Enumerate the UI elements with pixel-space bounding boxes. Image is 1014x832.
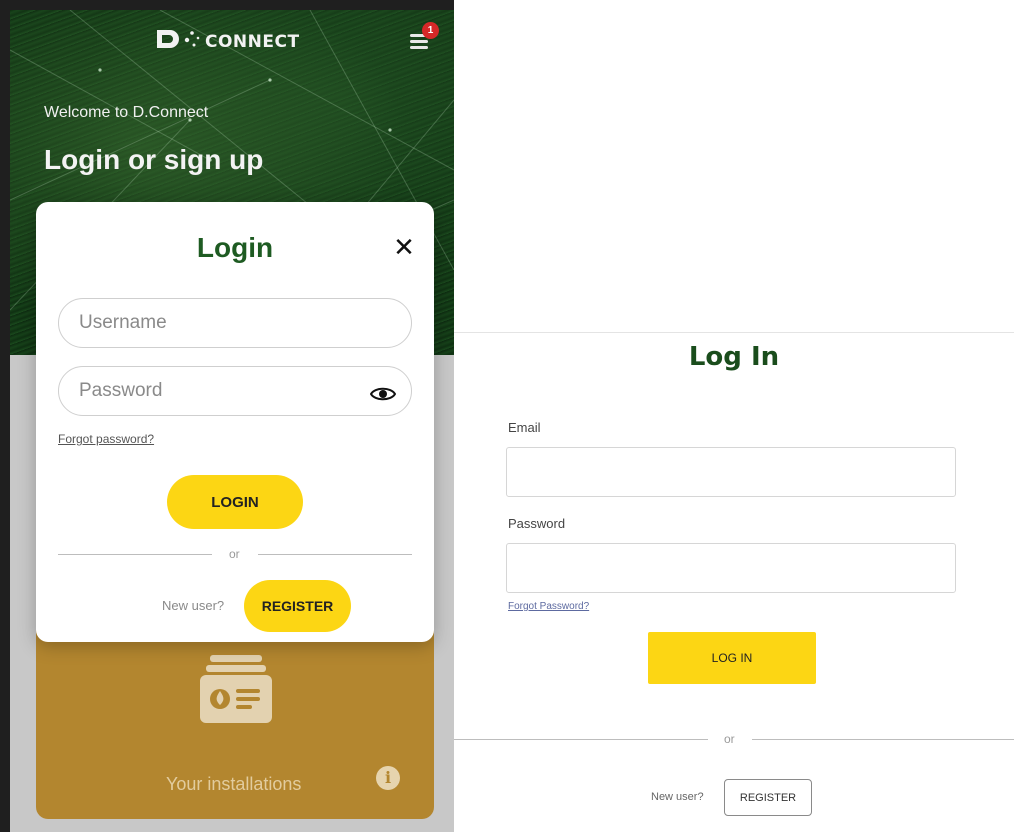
password-label: Password <box>508 516 566 531</box>
desktop-page-title: Log In <box>688 342 780 372</box>
username-input[interactable] <box>58 298 412 348</box>
desktop-divider-left <box>454 739 708 740</box>
installations-label: Your installations <box>166 774 302 794</box>
divider-left <box>58 554 212 555</box>
d-connect-logo: CONNECT <box>157 30 300 51</box>
installation-icon <box>200 655 272 723</box>
divider-right <box>258 554 412 555</box>
desktop-password-field[interactable] <box>506 543 956 593</box>
login-button[interactable]: LOGIN <box>167 475 303 529</box>
info-icon[interactable]: i <box>376 766 400 790</box>
desktop-or-text: or <box>724 732 735 746</box>
register-button[interactable]: REGISTER <box>244 580 351 632</box>
top-bar: CONNECT 1 <box>10 10 454 70</box>
mobile-screenshot: CONNECT 1 Welcome to D.Connect Login or … <box>0 0 454 832</box>
forgot-password-link[interactable]: Forgot password? <box>58 432 154 446</box>
desktop-login-button[interactable]: LOG IN <box>648 632 816 684</box>
new-user-text: New user? <box>162 598 225 613</box>
mobile-screen: CONNECT 1 Welcome to D.Connect Login or … <box>10 10 454 832</box>
notification-badge: 1 <box>422 22 439 39</box>
email-field[interactable] <box>506 447 956 497</box>
desktop-forgot-password-link[interactable]: Forgot Password? <box>508 601 589 612</box>
desktop-new-user-text: New user? <box>651 791 704 803</box>
login-modal: Login ✕ Forgot password? LOGIN or New us… <box>36 202 434 642</box>
modal-title: Login <box>196 232 274 263</box>
desktop-top-divider <box>454 332 1014 333</box>
desktop-register-button[interactable]: REGISTER <box>724 779 812 816</box>
eye-icon[interactable] <box>370 385 396 403</box>
email-label: Email <box>508 420 541 435</box>
welcome-text: Welcome to D.Connect <box>44 104 209 121</box>
hero-title: Login or sign up <box>44 144 264 175</box>
desktop-divider-right <box>752 739 1014 740</box>
close-icon[interactable]: ✕ <box>392 234 416 260</box>
or-text: or <box>229 547 240 561</box>
svg-text:CONNECT: CONNECT <box>205 32 300 51</box>
password-input[interactable] <box>58 366 412 416</box>
